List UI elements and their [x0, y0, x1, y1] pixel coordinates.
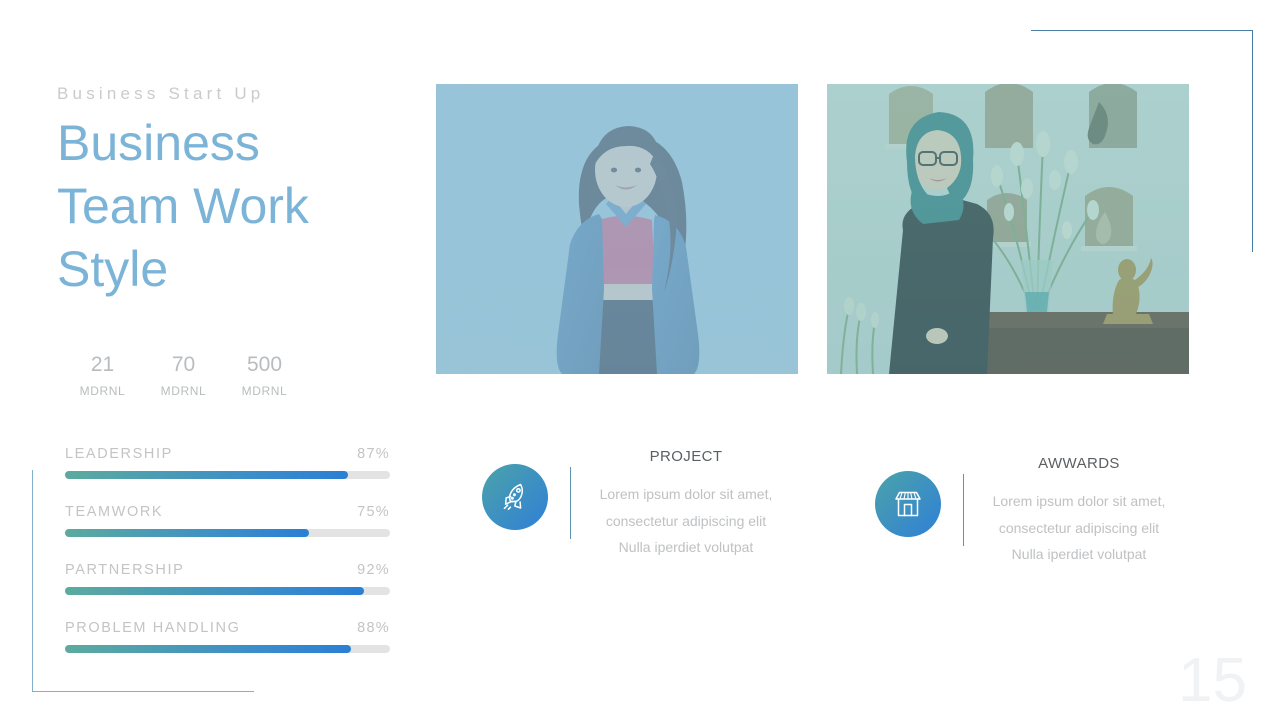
stat-label: MDRNL: [79, 384, 126, 398]
feature-divider: [570, 467, 571, 539]
stat-item: 21 MDRNL: [62, 352, 143, 398]
photo-woman-denim-jacket: [436, 84, 798, 374]
skill-percent: 87%: [357, 446, 390, 462]
stat-value: 21: [90, 353, 115, 376]
skill-percent: 92%: [357, 562, 390, 578]
progress-fill: [65, 645, 351, 653]
rocket-icon-glyph: [503, 483, 523, 510]
skill-label: PROBLEM HANDLING: [65, 620, 241, 636]
progress-track: [65, 529, 390, 537]
skill-bars: LEADERSHIP 87% TEAMWORK 75% PARTNERSHIP …: [65, 446, 390, 653]
photo-2-graphic: [827, 84, 1189, 374]
skill-label: TEAMWORK: [65, 504, 164, 520]
skill-header: LEADERSHIP 87%: [65, 446, 390, 462]
stats-row: 21 MDRNL 70 MDRNL 500 MDRNL: [62, 352, 362, 398]
title-block: Business Start Up Business Team Work Sty…: [57, 84, 417, 301]
stat-item: 70 MDRNL: [143, 352, 224, 398]
feature-body: Lorem ipsum dolor sit amet, consectetur …: [992, 493, 1166, 562]
eyebrow-text: Business Start Up: [57, 84, 265, 103]
rocket-icon[interactable]: [482, 464, 548, 530]
skill-percent: 88%: [357, 620, 390, 636]
slide: Business Start Up Business Team Work Sty…: [0, 0, 1280, 720]
progress-track: [65, 645, 390, 653]
skill-percent: 75%: [357, 504, 390, 520]
feature-divider: [963, 474, 964, 546]
feature-block-project: PROJECT Lorem ipsum dolor sit amet, cons…: [482, 448, 777, 561]
shop-icon-glyph: [895, 491, 921, 517]
progress-fill: [65, 471, 348, 479]
progress-track: [65, 587, 390, 595]
stat-value: 70: [171, 353, 196, 376]
skill-label: LEADERSHIP: [65, 446, 173, 462]
feature-text-project: PROJECT Lorem ipsum dolor sit amet, cons…: [595, 448, 777, 561]
progress-track: [65, 471, 390, 479]
photo-woman-hijab-interior: [827, 84, 1189, 374]
page-title: Business Team Work Style: [57, 115, 309, 298]
stat-item: 500 MDRNL: [224, 352, 305, 398]
skill-header: PARTNERSHIP 92%: [65, 562, 390, 578]
page-number: 15: [1178, 646, 1247, 715]
stat-value: 500: [246, 353, 283, 376]
skill-row: PROBLEM HANDLING 88%: [65, 620, 390, 653]
photo-1-graphic: [436, 84, 798, 374]
skill-header: PROBLEM HANDLING 88%: [65, 620, 390, 636]
progress-fill: [65, 587, 364, 595]
shop-icon[interactable]: [875, 471, 941, 537]
skill-row: LEADERSHIP 87%: [65, 446, 390, 479]
skill-label: PARTNERSHIP: [65, 562, 185, 578]
skill-header: TEAMWORK 75%: [65, 504, 390, 520]
stat-label: MDRNL: [241, 384, 288, 398]
stat-label: MDRNL: [160, 384, 207, 398]
feature-text-awwards: AWWARDS Lorem ipsum dolor sit amet, cons…: [988, 455, 1170, 568]
skill-row: PARTNERSHIP 92%: [65, 562, 390, 595]
feature-title: AWWARDS: [1038, 455, 1120, 472]
progress-fill: [65, 529, 309, 537]
skill-row: TEAMWORK 75%: [65, 504, 390, 537]
feature-body: Lorem ipsum dolor sit amet, consectetur …: [599, 486, 773, 555]
feature-block-awwards: AWWARDS Lorem ipsum dolor sit amet, cons…: [875, 455, 1170, 568]
feature-title: PROJECT: [649, 448, 723, 465]
